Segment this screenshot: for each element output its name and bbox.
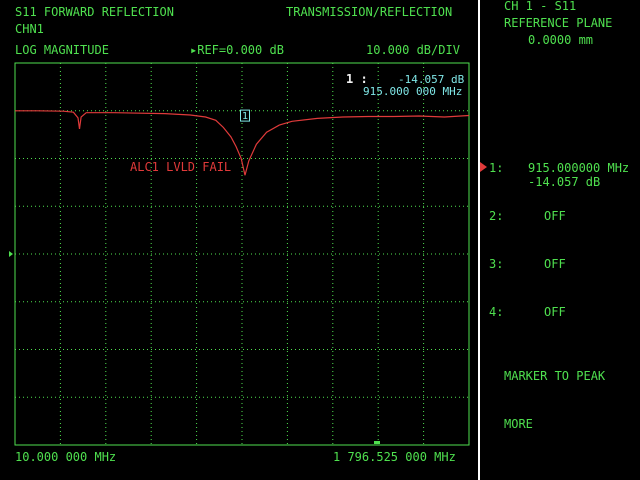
marker-3-index: 3: <box>489 257 504 271</box>
marker-to-peak-button[interactable]: MARKER TO PEAK <box>504 370 605 383</box>
measurement-title: S11 FORWARD REFLECTION <box>15 5 174 19</box>
marker-readout-frequency: 915.000 000 MHz <box>363 85 463 98</box>
reference-plane-value: 0.0000 mm <box>528 33 594 47</box>
marker-2-state: OFF <box>544 209 566 223</box>
mode-title: TRANSMISSION/REFLECTION <box>286 5 453 19</box>
marker-2-index: 2: <box>489 209 504 223</box>
graticule: 1 <box>9 62 470 446</box>
trace-marker-1[interactable]: 1 <box>240 109 250 122</box>
side-panel-title: CH 1 - S11 <box>504 0 577 13</box>
stop-frequency: 1 796.525 000 MHz <box>333 450 456 464</box>
trace-marker-1-label: 1 <box>242 111 248 122</box>
channel-label: CHN1 <box>15 22 44 36</box>
reference-level: ▸REF=0.000 dB <box>190 44 284 57</box>
start-frequency: 10.000 000 MHz <box>15 450 117 464</box>
reference-value: 0.000 dB <box>226 43 284 57</box>
format-label: LOG MAGNITUDE <box>15 43 109 57</box>
side-panel-subtitle: REFERENCE PLANE <box>504 16 613 30</box>
scale-label: 10.000 dB/DIV <box>366 43 460 57</box>
alc-status-message: ALC1 LVLD FAIL <box>130 160 232 174</box>
more-button[interactable]: MORE <box>504 418 533 431</box>
active-marker-arrow-icon <box>480 162 487 172</box>
marker-3-state: OFF <box>544 257 566 271</box>
marker-1-index: 1: <box>489 161 504 175</box>
stop-freq-tick <box>374 441 380 444</box>
reference-prefix: ▸REF= <box>190 43 227 57</box>
marker-1-value: -14.057 dB <box>528 175 601 189</box>
reference-position-arrow <box>9 251 13 257</box>
marker-4-index: 4: <box>489 305 504 319</box>
marker-1-frequency: 915.000000 MHz <box>528 161 630 175</box>
marker-4-state: OFF <box>544 305 566 319</box>
